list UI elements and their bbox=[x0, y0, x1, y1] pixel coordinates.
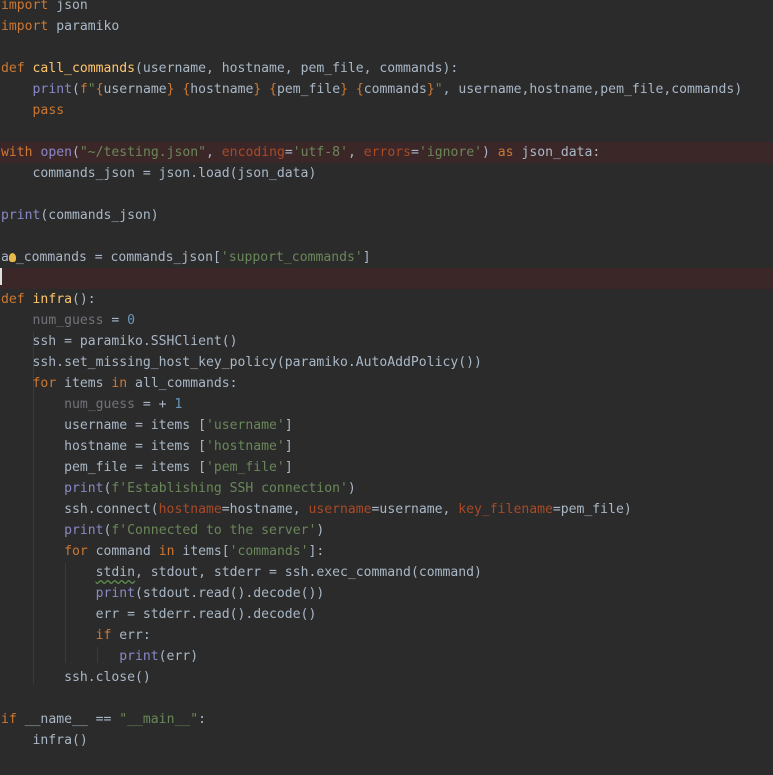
code-token: num_guess bbox=[32, 313, 104, 328]
code-token: } bbox=[340, 82, 348, 97]
code-line-5[interactable]: print(f"{username} {hostname} {pem_file}… bbox=[0, 79, 773, 100]
code-token: f'Connected to the server' bbox=[111, 523, 317, 538]
code-token: print bbox=[64, 523, 104, 538]
code-token: "__main__" bbox=[119, 712, 199, 727]
text-caret bbox=[0, 268, 2, 285]
code-line-31[interactable]: if err: bbox=[0, 625, 773, 646]
code-token: 'utf-8' bbox=[292, 145, 348, 160]
code-line-18[interactable]: ssh.set_missing_host_key_policy(paramiko… bbox=[0, 352, 773, 373]
code-line-8[interactable]: with open("~/testing.json", encoding='ut… bbox=[0, 142, 773, 163]
code-line-32[interactable]: print(err) bbox=[0, 646, 773, 667]
code-token: print bbox=[119, 649, 159, 664]
code-token: def bbox=[1, 292, 25, 307]
code-token: print bbox=[64, 481, 104, 496]
code-token: f'Establishing SSH connection' bbox=[111, 481, 348, 496]
lightbulb-icon[interactable] bbox=[8, 253, 16, 262]
code-line-22[interactable]: hostname = items ['hostname'] bbox=[0, 436, 773, 457]
code-token: 'commands' bbox=[229, 544, 309, 559]
code-line-25[interactable]: ssh.connect(hostname=hostname, username=… bbox=[0, 499, 773, 520]
code-token: 'pem_file' bbox=[205, 460, 285, 475]
code-line-6[interactable]: pass bbox=[0, 100, 773, 121]
code-token: 'username' bbox=[205, 418, 285, 433]
code-line-29[interactable]: print(stdout.read().decode()) bbox=[0, 583, 773, 604]
code-line-9[interactable]: commands_json = json.load(json_data) bbox=[0, 163, 773, 184]
code-line-21[interactable]: username = items ['username'] bbox=[0, 415, 773, 436]
code-token: hostname bbox=[158, 502, 222, 517]
code-token: import bbox=[1, 0, 49, 13]
code-token: import bbox=[1, 19, 49, 34]
code-token: with bbox=[1, 145, 33, 160]
code-token: in bbox=[111, 376, 128, 391]
code-token: { bbox=[269, 82, 278, 97]
code-token: print bbox=[32, 82, 72, 97]
code-token: { bbox=[355, 82, 364, 97]
code-token: print bbox=[95, 586, 136, 601]
code-token: stdin bbox=[95, 565, 136, 580]
code-token: { bbox=[182, 82, 191, 97]
code-line-27[interactable]: for command in items['commands']: bbox=[0, 541, 773, 562]
code-line-2[interactable]: import paramiko bbox=[0, 16, 773, 37]
code-line-35[interactable]: if __name__ == "__main__": bbox=[0, 709, 773, 730]
code-line-33[interactable]: ssh.close() bbox=[0, 667, 773, 688]
code-line-7[interactable] bbox=[0, 121, 773, 142]
code-token: for bbox=[64, 544, 88, 559]
code-token: encoding bbox=[221, 145, 285, 160]
code-line-23[interactable]: pem_file = items ['pem_file'] bbox=[0, 457, 773, 478]
code-token: pass bbox=[32, 103, 65, 118]
code-line-16[interactable]: num_guess = 0 bbox=[0, 310, 773, 331]
code-line-19[interactable]: for items in all_commands: bbox=[0, 373, 773, 394]
code-line-10[interactable] bbox=[0, 184, 773, 205]
code-line-26[interactable]: print(f'Connected to the server') bbox=[0, 520, 773, 541]
code-token: as bbox=[497, 145, 514, 160]
code-line-20[interactable]: num_guess = + 1 bbox=[0, 394, 773, 415]
code-token: username bbox=[308, 502, 372, 517]
code-token: 1 bbox=[174, 397, 183, 412]
code-token: infra bbox=[32, 292, 72, 307]
code-token: if bbox=[95, 628, 112, 643]
code-line-3[interactable] bbox=[0, 37, 773, 58]
code-token: " bbox=[434, 82, 443, 97]
code-editor[interactable]: import json import paramiko def call_com… bbox=[0, 0, 773, 775]
code-token: num_guess bbox=[64, 397, 136, 412]
code-token: errors bbox=[363, 145, 412, 160]
code-token: 0 bbox=[127, 313, 136, 328]
code-line-36[interactable]: infra() bbox=[0, 730, 773, 751]
code-token: if bbox=[1, 712, 17, 727]
code-line-13[interactable]: a _commands = commands_json['support_comm… bbox=[0, 247, 773, 268]
code-line-28[interactable]: stdin, stdout, stderr = ssh.exec_command… bbox=[0, 562, 773, 583]
code-token: open bbox=[40, 145, 72, 160]
code-line-34[interactable] bbox=[0, 688, 773, 709]
code-token: " bbox=[87, 82, 96, 97]
code-token: key_filename bbox=[458, 502, 553, 517]
code-line-1[interactable]: import json bbox=[0, 0, 773, 16]
code-token: 'hostname' bbox=[205, 439, 285, 454]
code-line-24[interactable]: print(f'Establishing SSH connection') bbox=[0, 478, 773, 499]
code-token: } bbox=[166, 82, 175, 97]
code-line-4[interactable]: def call_commands(username, hostname, pe… bbox=[0, 58, 773, 79]
code-token: 'support_commands' bbox=[220, 250, 363, 265]
code-line-17[interactable]: ssh = paramiko.SSHClient() bbox=[0, 331, 773, 352]
code-token: f bbox=[79, 82, 88, 97]
code-token: "~/testing.json" bbox=[79, 145, 207, 160]
code-line-11[interactable]: print(commands_json) bbox=[0, 205, 773, 226]
code-token: print bbox=[1, 208, 41, 223]
code-token: 'ignore' bbox=[418, 145, 483, 160]
code-token: { bbox=[95, 82, 104, 97]
code-line-15[interactable]: def infra(): bbox=[0, 289, 773, 310]
code-line-14[interactable] bbox=[0, 268, 773, 289]
code-token: } bbox=[253, 82, 262, 97]
code-token: call_commands bbox=[32, 61, 136, 76]
code-token: for bbox=[32, 376, 57, 391]
code-line-12[interactable] bbox=[0, 226, 773, 247]
code-token: def bbox=[1, 61, 25, 76]
code-token: in bbox=[158, 544, 175, 559]
code-line-30[interactable]: err = stderr.read().decode() bbox=[0, 604, 773, 625]
code-token: } bbox=[426, 82, 435, 97]
